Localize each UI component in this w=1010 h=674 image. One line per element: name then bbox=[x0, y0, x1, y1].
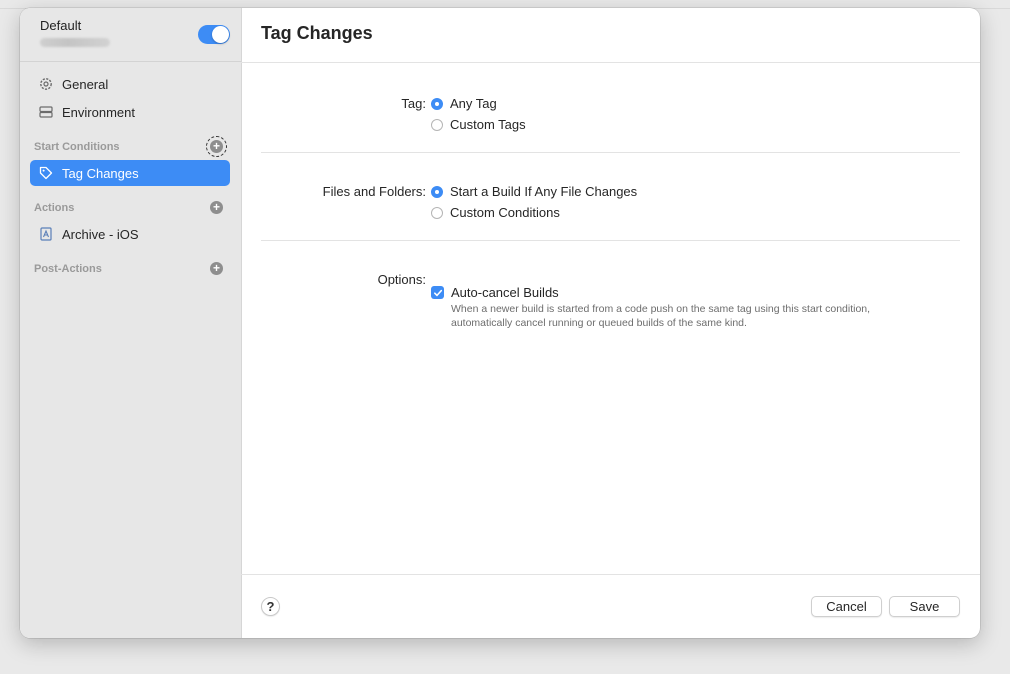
sidebar-item-label: Tag Changes bbox=[62, 165, 139, 181]
workflow-editor-window: Default General Environment Start Condit… bbox=[20, 8, 980, 638]
sidebar-item-environment[interactable]: Environment bbox=[30, 99, 230, 125]
section-header-post-actions: Post-Actions bbox=[34, 263, 102, 275]
section-header-start-conditions: Start Conditions bbox=[34, 141, 120, 153]
radio-button-selected[interactable] bbox=[431, 185, 443, 198]
sidebar-item-label: General bbox=[62, 76, 109, 92]
workflow-subtitle-redacted bbox=[40, 38, 110, 47]
options-label: Options: bbox=[377, 272, 426, 287]
radio-button-selected[interactable] bbox=[431, 97, 443, 110]
add-start-condition-button[interactable]: + bbox=[206, 136, 227, 157]
checkmark-icon bbox=[433, 289, 442, 296]
sidebar-item-general[interactable]: General bbox=[30, 71, 230, 97]
cancel-button[interactable]: Cancel bbox=[811, 596, 882, 617]
tag-icon bbox=[38, 165, 54, 181]
checkbox-label: Auto-cancel Builds bbox=[451, 285, 559, 300]
workflow-enabled-toggle[interactable] bbox=[198, 25, 230, 44]
radio-any-file-changes[interactable]: Start a Build If Any File Changes bbox=[431, 184, 637, 199]
workflow-title: Default bbox=[40, 18, 82, 33]
auto-cancel-description: When a newer build is started from a cod… bbox=[451, 303, 871, 329]
radio-custom-tags[interactable]: Custom Tags bbox=[431, 117, 526, 132]
radio-custom-conditions[interactable]: Custom Conditions bbox=[431, 205, 560, 220]
sidebar-item-archive-ios[interactable]: Archive - iOS bbox=[30, 221, 230, 247]
save-button[interactable]: Save bbox=[889, 596, 960, 617]
sidebar: Default General Environment Start Condit… bbox=[20, 8, 242, 638]
checkbox-checked[interactable] bbox=[431, 286, 444, 299]
toggle-knob bbox=[212, 26, 229, 43]
page-title: Tag Changes bbox=[261, 23, 373, 43]
server-icon bbox=[38, 104, 54, 120]
sidebar-item-tag-changes[interactable]: Tag Changes bbox=[30, 160, 230, 186]
section-divider bbox=[261, 240, 960, 241]
files-and-folders-label: Files and Folders: bbox=[322, 184, 426, 199]
add-post-action-button[interactable]: + bbox=[210, 262, 223, 275]
auto-cancel-checkbox-row[interactable]: Auto-cancel Builds bbox=[431, 285, 559, 300]
add-action-button[interactable]: + bbox=[210, 201, 223, 214]
footer: ? Cancel Save bbox=[241, 574, 980, 638]
radio-label: Custom Conditions bbox=[450, 205, 560, 220]
radio-any-tag[interactable]: Any Tag bbox=[431, 96, 497, 111]
archive-icon bbox=[38, 226, 54, 242]
help-button[interactable]: ? bbox=[261, 597, 280, 616]
radio-button[interactable] bbox=[431, 206, 443, 219]
gear-icon bbox=[38, 76, 54, 92]
tag-label: Tag: bbox=[401, 96, 426, 111]
sidebar-divider bbox=[20, 61, 241, 62]
sidebar-item-label: Archive - iOS bbox=[62, 226, 139, 242]
radio-label: Start a Build If Any File Changes bbox=[450, 184, 638, 199]
main-panel: Tag Changes Tag: Any Tag Custom Tags Fil… bbox=[241, 8, 980, 638]
radio-label: Any Tag bbox=[450, 96, 497, 111]
radio-button[interactable] bbox=[431, 118, 443, 131]
section-divider bbox=[261, 152, 960, 153]
radio-label: Custom Tags bbox=[450, 117, 526, 132]
header: Tag Changes bbox=[241, 8, 980, 63]
section-header-actions: Actions bbox=[34, 202, 75, 214]
sidebar-item-label: Environment bbox=[62, 104, 135, 120]
